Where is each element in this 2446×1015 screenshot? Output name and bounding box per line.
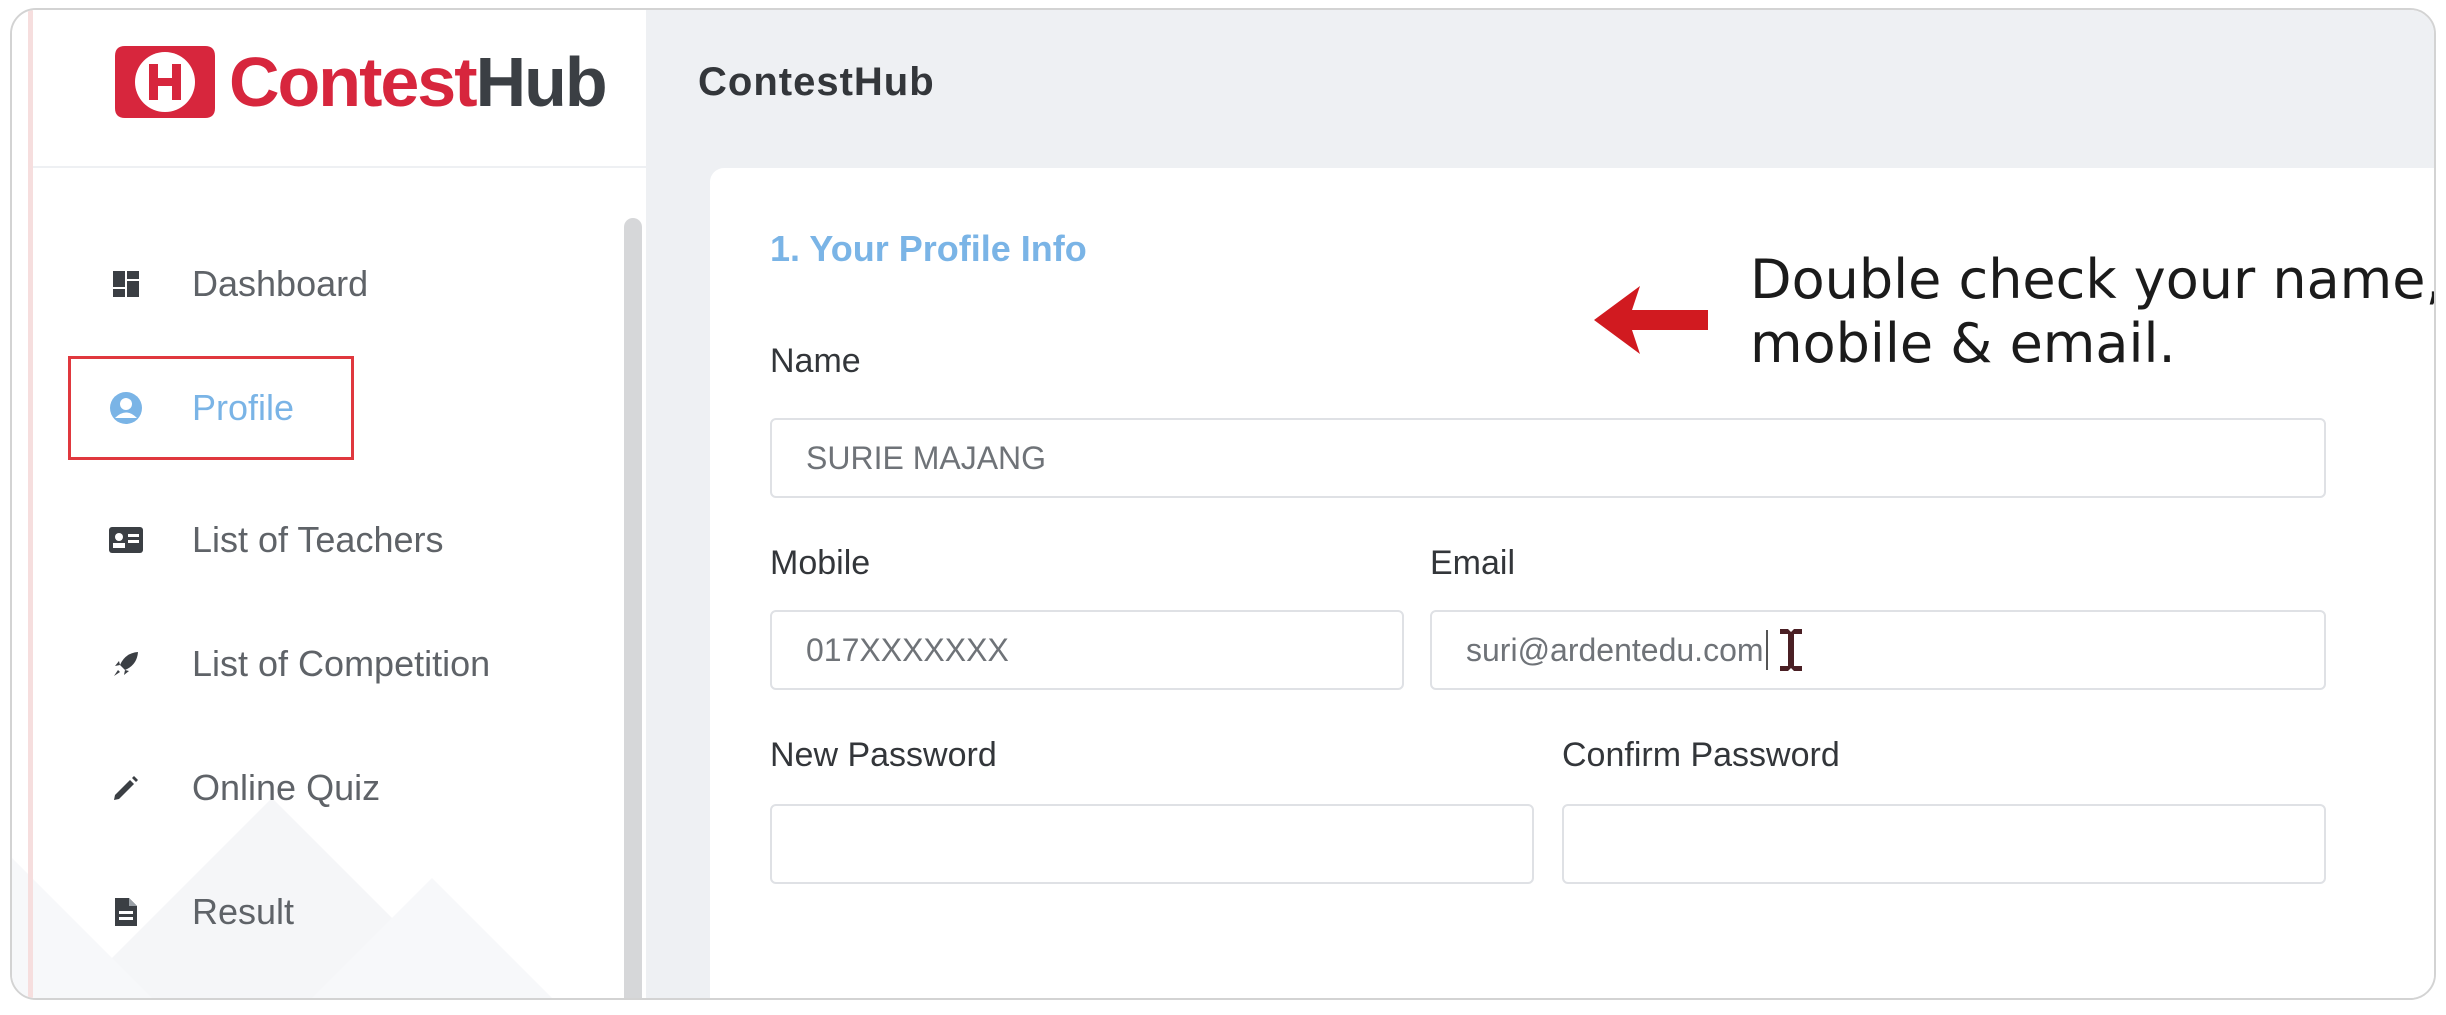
name-field[interactable]: SURIE MAJANG [770, 418, 2326, 498]
sidebar-scrollbar[interactable] [624, 218, 642, 998]
annotation-callout: Double check your name, mobile & email. [1750, 248, 2436, 376]
mobile-label: Mobile [770, 544, 871, 582]
pencil-icon [106, 768, 146, 808]
app-window: ContestHub Dashboard Profile List of Tea… [10, 8, 2436, 1000]
sidebar-item-list-of-competition[interactable]: List of Competition [72, 616, 552, 712]
sidebar-item-label: List of Competition [192, 643, 491, 684]
sidebar-item-label: Online Quiz [192, 767, 381, 808]
id-card-icon [106, 520, 146, 560]
top-bar: ContestHub [646, 10, 2434, 168]
email-value: suri@ardentedu.com [1466, 631, 1764, 668]
email-field[interactable]: suri@ardentedu.com [1430, 610, 2326, 690]
sidebar: ContestHub Dashboard Profile List of Tea… [12, 10, 646, 998]
mobile-field[interactable]: 017XXXXXXX [770, 610, 1404, 690]
section-title: 1. Your Profile Info [770, 228, 1087, 269]
annotation-arrow-icon [1594, 286, 1708, 354]
profile-highlight-box [68, 356, 354, 460]
sidebar-item-list-of-teachers[interactable]: List of Teachers [72, 492, 552, 588]
sidebar-item-online-quiz[interactable]: Online Quiz [72, 740, 552, 836]
page-title: ContestHub [698, 60, 935, 104]
name-value: SURIE MAJANG [806, 439, 1047, 476]
annotation-line-1: Double check your name, [1750, 248, 2436, 311]
confirm-password-label: Confirm Password [1562, 736, 1840, 774]
dashboard-icon [106, 264, 146, 304]
sidebar-item-result[interactable]: Result [72, 864, 552, 960]
main-area: ContestHub 1. Your Profile Info Name SUR… [646, 10, 2434, 998]
text-caret [1765, 630, 1768, 670]
confirm-password-field[interactable] [1562, 804, 2326, 884]
document-icon [106, 892, 146, 932]
sidebar-item-label: Dashboard [192, 263, 369, 304]
rocket-icon [106, 644, 146, 684]
logo-area[interactable]: ContestHub [33, 10, 646, 168]
logo-wordmark: ContestHub [229, 43, 608, 121]
new-password-field[interactable] [770, 804, 1534, 884]
sidebar-item-label: List of Teachers [192, 519, 444, 560]
name-label: Name [770, 342, 861, 380]
sidebar-item-label: Result [192, 891, 295, 932]
new-password-label: New Password [770, 736, 997, 774]
annotation-line-2: mobile & email. [1750, 312, 2176, 375]
mobile-value: 017XXXXXXX [806, 631, 1009, 668]
text-cursor-icon [1779, 629, 1802, 671]
profile-card: 1. Your Profile Info Name SURIE MAJANG M… [710, 168, 2434, 998]
contesthub-logo-icon [115, 46, 215, 118]
email-label: Email [1430, 544, 1516, 582]
sidebar-item-dashboard[interactable]: Dashboard [72, 236, 552, 332]
